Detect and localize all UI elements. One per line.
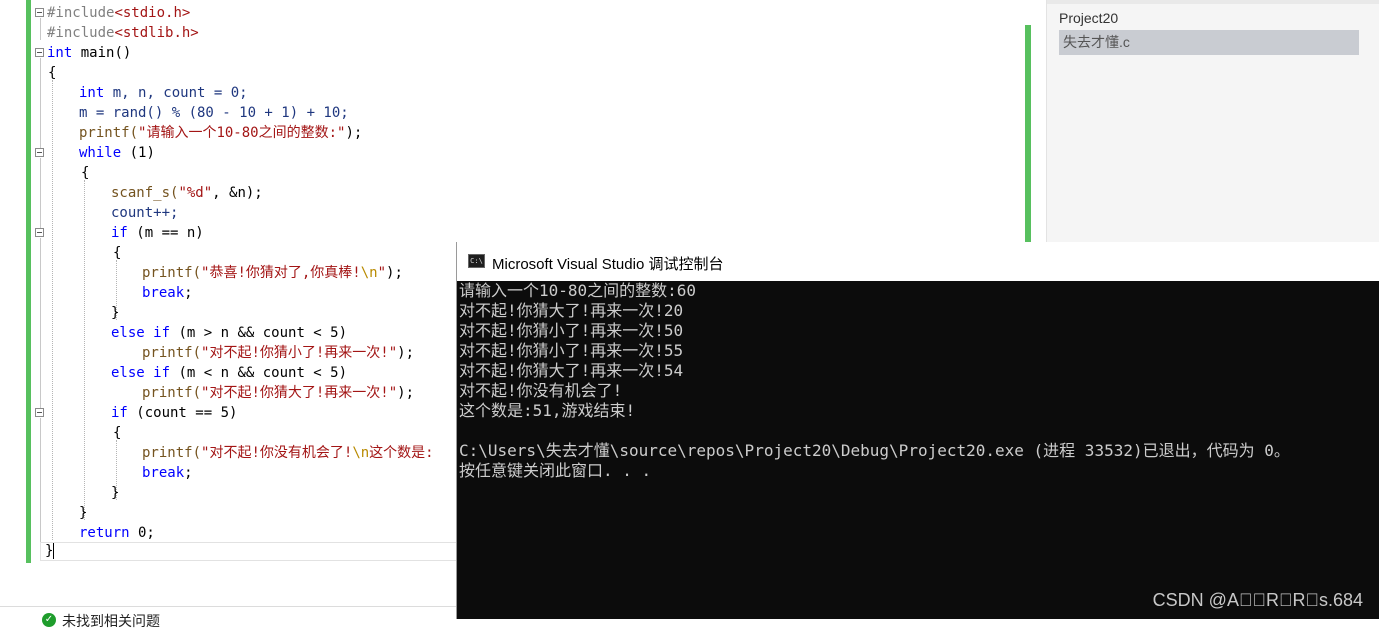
console-line: C:\Users\失去才懂\source\repos\Project20\Deb…	[459, 441, 1290, 460]
code-line: if (count == 5)	[111, 405, 238, 421]
watermark: CSDN @A  R R s.684	[1152, 590, 1363, 610]
console-app-icon: C:\	[468, 254, 485, 268]
fold-toggle-if-equal[interactable]	[35, 228, 44, 237]
project-node[interactable]: Project20	[1059, 10, 1118, 26]
code-line: if (m == n)	[111, 225, 204, 241]
indent-guide	[84, 180, 85, 520]
code-line: }	[111, 485, 120, 501]
console-line: 对不起!你猜大了!再来一次!54	[459, 361, 684, 380]
console-line: 对不起!你猜小了!再来一次!50	[459, 321, 684, 340]
console-line: 按任意键关闭此窗口. . .	[459, 461, 652, 480]
fold-line	[40, 418, 41, 560]
code-line: #include<stdlib.h>	[47, 25, 199, 41]
console-title-bar[interactable]: C:\ Microsoft Visual Studio 调试控制台	[457, 242, 1379, 281]
code-line: else if (m < n && count < 5)	[111, 365, 348, 381]
code-line: }	[79, 505, 88, 521]
code-line: else if (m > n && count < 5)	[111, 325, 348, 341]
code-line: }	[45, 543, 55, 559]
change-bar	[26, 0, 31, 563]
code-line: {	[113, 425, 122, 441]
code-line: #include<stdio.h>	[47, 5, 191, 21]
code-line: printf("恭喜!你猜对了,你真棒!\n");	[142, 265, 403, 281]
code-line: printf("请输入一个10-80之间的整数:");	[79, 125, 363, 141]
code-line: }	[111, 305, 120, 321]
console-line: 对不起!你没有机会了!	[459, 381, 623, 400]
code-line: {	[81, 165, 90, 181]
code-line: return 0;	[79, 525, 155, 541]
fold-line	[40, 58, 41, 148]
solution-explorer: Project20 失去才懂.c	[1046, 0, 1379, 245]
console-line: 对不起!你猜小了!再来一次!55	[459, 341, 684, 360]
status-separator	[0, 606, 457, 607]
fold-line	[40, 158, 41, 228]
code-line: {	[113, 245, 122, 261]
text-caret	[53, 543, 55, 559]
code-line: int m, n, count = 0;	[79, 85, 248, 101]
fold-toggle-include[interactable]	[35, 8, 44, 17]
code-line: printf("对不起!你猜大了!再来一次!");	[142, 385, 415, 401]
debug-console-window[interactable]: C:\ Microsoft Visual Studio 调试控制台 请输入一个1…	[456, 242, 1379, 619]
console-title: Microsoft Visual Studio 调试控制台	[492, 256, 724, 273]
console-line: 请输入一个10-80之间的整数:60	[459, 281, 697, 300]
check-circle-icon: ✓	[42, 613, 56, 627]
code-line: m = rand() % (80 - 10 + 1) + 10;	[79, 105, 349, 121]
code-line: printf("对不起!你没有机会了!\n这个数是:	[142, 445, 434, 461]
code-line: int main()	[47, 45, 132, 61]
code-line: while (1)	[79, 145, 155, 161]
code-line: printf("对不起!你猜小了!再来一次!");	[142, 345, 415, 361]
code-line: break;	[142, 285, 193, 301]
file-node-selected[interactable]: 失去才懂.c	[1059, 30, 1359, 55]
code-line: break;	[142, 465, 193, 481]
status-message: 未找到相关问题	[62, 613, 160, 629]
fold-toggle-while[interactable]	[35, 148, 44, 157]
code-line: {	[48, 65, 57, 81]
fold-line	[40, 238, 41, 408]
code-line: scanf_s("%d", &n);	[111, 185, 263, 201]
fold-line	[40, 18, 41, 40]
console-line: 这个数是:51,游戏结束!	[459, 401, 636, 420]
error-status-area: ✓ 未找到相关问题	[0, 563, 457, 629]
indent-guide	[52, 80, 53, 540]
fold-toggle-if-count[interactable]	[35, 408, 44, 417]
code-line: count++;	[111, 205, 179, 221]
console-line: 对不起!你猜大了!再来一次!20	[459, 301, 684, 320]
panel-top-border	[1047, 0, 1379, 4]
fold-toggle-main[interactable]	[35, 48, 44, 57]
console-output[interactable]: 请输入一个10-80之间的整数:60 对不起!你猜大了!再来一次!20 对不起!…	[459, 281, 1377, 611]
